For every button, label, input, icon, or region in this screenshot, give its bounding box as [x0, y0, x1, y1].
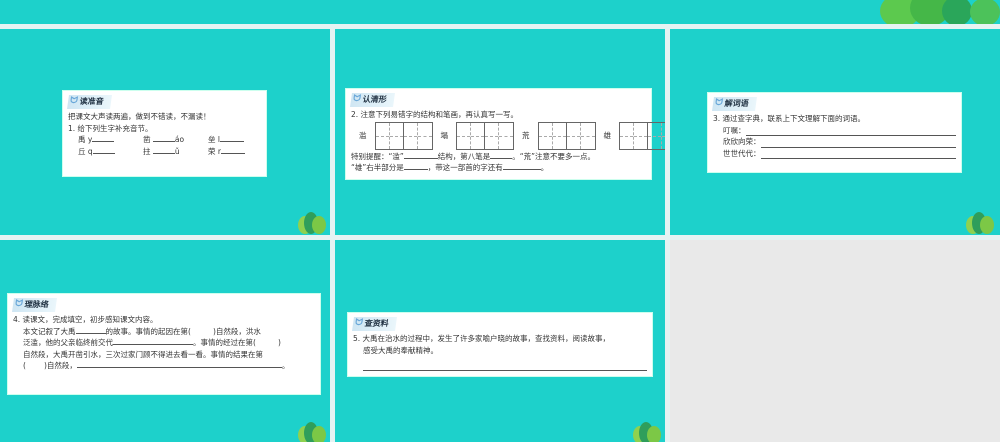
- reminder-line-1: 特别提醒：“滥” 结构，第八笔是 。“荒”注意不要多一点。: [351, 151, 596, 161]
- fill-line-4: ()自然段，。: [23, 360, 290, 371]
- question-2: 2. 注意下列易错字的结构和笔画，再认真写一写。: [351, 109, 519, 119]
- slide-2[interactable]: ᗢ 认清形 2. 注意下列易错字的结构和笔画，再认真写一写。 滥 塌 荒 雄 特别…: [335, 29, 665, 235]
- slide-5[interactable]: ᗢ 查资料 5. 大禹在治水的过程中，发生了许多家喻户晓的故事，查找资料，阅读故事…: [335, 240, 665, 442]
- answer-blank[interactable]: [219, 134, 244, 143]
- question-4: 4. 读课文，完成填空，初步感知课文内容。: [13, 314, 158, 324]
- question-1: 1. 给下列生字补充音节。: [68, 123, 153, 133]
- answer-blank[interactable]: [403, 162, 428, 171]
- fill-line-3: 自然段，大禹开凿引水，三次过家门顾不得进去看一看。事情的结果在第: [23, 349, 263, 359]
- question-5-cont: 感受大禹的奉献精神。: [363, 345, 438, 355]
- pinyin-row: 丘 q 拄 ǔ 荣 r: [68, 146, 261, 158]
- answer-line[interactable]: [745, 125, 956, 136]
- pinyin-item: 禹 y: [78, 134, 143, 146]
- top-slide-partial[interactable]: [0, 0, 1000, 24]
- tree-icon: [294, 212, 330, 235]
- exercise-card-read-pronunciation: ᗢ 读准音 把课文大声读两遍，做到不错读，不漏读！ 1. 给下列生字补充音节。 禹…: [62, 90, 267, 177]
- answer-blank[interactable]: [92, 134, 115, 143]
- section-tag: ᗢ 读准音: [67, 95, 113, 109]
- pinyin-item: 荣 r: [208, 146, 245, 158]
- rabbit-icon: ᗢ: [69, 96, 79, 106]
- pinyin-item: 丘 q: [78, 146, 143, 158]
- exercise-card-recognize-shape: ᗢ 认清形 2. 注意下列易错字的结构和笔画，再认真写一写。 滥 塌 荒 雄 特别…: [345, 88, 665, 180]
- char-label: 雄: [603, 130, 612, 140]
- rabbit-icon: ᗢ: [14, 299, 24, 309]
- tag-label: 查资料: [363, 318, 390, 328]
- answer-line[interactable]: [363, 360, 647, 372]
- writing-grid[interactable]: [456, 121, 514, 150]
- tree-icon: [294, 422, 330, 442]
- word-row: 欣欣向荣：: [713, 136, 956, 148]
- exercise-card-explain-words: ᗢ 解词语 3. 通过查字典，联系上下文理解下面的词语。 叮嘱： 欣欣向荣： 世世…: [707, 92, 962, 173]
- exercise-card-outline: ᗢ 理脉络 4. 读课文，完成填空，初步感知课文内容。 本文记叙了大禹 的故事。事情…: [7, 293, 321, 395]
- pinyin-item: 凿 áo: [143, 134, 185, 145]
- tag-label: 解词语: [723, 98, 750, 108]
- intro-text: 把课文大声读两遍，做到不错读，不漏读！: [68, 111, 211, 121]
- char-label: 滥: [359, 130, 367, 140]
- answer-blank[interactable]: [152, 146, 175, 154]
- word-row: 世世代代：: [713, 148, 956, 160]
- answer-line[interactable]: [760, 148, 956, 160]
- reminder-line-2: “雄”右半部分是 ，带这一部首的字还有。: [351, 162, 549, 173]
- section-tag: ᗢ 理脉络: [12, 298, 58, 312]
- answer-blank[interactable]: [152, 134, 175, 143]
- slide-1[interactable]: ᗢ 读准音 把课文大声读两遍，做到不错读，不漏读！ 1. 给下列生字补充音节。 禹…: [0, 29, 330, 235]
- answer-line[interactable]: [760, 137, 956, 148]
- slide-4[interactable]: ᗢ 理脉络 4. 读课文，完成填空，初步感知课文内容。 本文记叙了大禹 的故事。事情…: [0, 240, 330, 442]
- pinyin-item: 拄 ǔ: [143, 146, 180, 156]
- tag-label: 读准音: [78, 96, 105, 106]
- tag-label: 认清形: [361, 94, 388, 104]
- rabbit-icon: ᗢ: [354, 318, 364, 328]
- tree-icon: [962, 212, 998, 235]
- writing-grid-row: 滥 塌 荒 雄: [359, 121, 665, 150]
- fill-line-1: 本文记叙了大禹 的故事。事情的起因在第()自然段，洪水: [23, 326, 261, 336]
- answer-blank[interactable]: [76, 360, 282, 369]
- answer-blank[interactable]: [403, 151, 438, 159]
- char-label: 荒: [522, 130, 530, 140]
- fill-line-2: 泛滥，他的父亲临终前交代 。事情的经过在第(): [23, 337, 281, 348]
- pinyin-item: 垒 l: [208, 134, 244, 146]
- writing-grid[interactable]: [537, 121, 596, 150]
- empty-slide-slot: [670, 240, 1000, 442]
- answer-blank[interactable]: [220, 146, 245, 154]
- writing-grid[interactable]: [619, 121, 665, 150]
- slide-3[interactable]: ᗢ 解词语 3. 通过查字典，联系上下文理解下面的词语。 叮嘱： 欣欣向荣： 世世…: [670, 29, 1000, 235]
- section-tag: ᗢ 认清形: [350, 93, 396, 107]
- section-tag: ᗢ 查资料: [352, 317, 398, 331]
- word-row: 叮嘱：: [713, 125, 956, 137]
- writing-grid[interactable]: [374, 121, 433, 150]
- answer-blank[interactable]: [75, 326, 106, 334]
- tree-decoration: [880, 0, 1000, 24]
- question-3: 3. 通过查字典，联系上下文理解下面的词语。: [713, 113, 866, 123]
- answer-blank[interactable]: [490, 151, 513, 159]
- char-label: 塌: [440, 130, 449, 140]
- question-5: 5. 大禹在治水的过程中，发生了许多家喻户晓的故事，查找资料，阅读故事，: [353, 333, 611, 343]
- pinyin-row: 禹 y 凿 áo 垒 l: [68, 134, 261, 146]
- answer-blank[interactable]: [113, 337, 193, 346]
- exercise-card-research: ᗢ 查资料 5. 大禹在治水的过程中，发生了许多家喻户晓的故事，查找资料，阅读故事…: [347, 312, 653, 377]
- section-tag: ᗢ 解词语: [712, 97, 758, 111]
- tree-icon: [629, 422, 665, 442]
- answer-blank[interactable]: [92, 146, 115, 154]
- answer-blank[interactable]: [502, 162, 541, 171]
- tag-label: 理脉络: [23, 299, 50, 309]
- rabbit-icon: ᗢ: [714, 98, 724, 108]
- rabbit-icon: ᗢ: [352, 94, 362, 104]
